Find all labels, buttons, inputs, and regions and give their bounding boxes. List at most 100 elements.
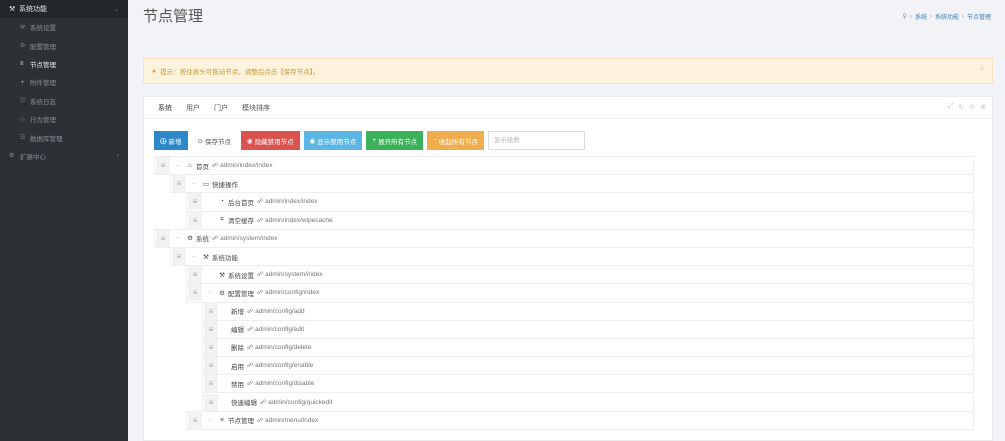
link-icon: ☍ [212,235,219,242]
breadcrumb-item-node-management[interactable]: 节点管理 [967,12,991,21]
node-tree: ≡ - ⌂ 首页 ☍ admin/index/index ≡ - ▭ 快捷操作 ≡ ◔ 后台首页 ☍ adm… [154,156,974,430]
display-level-input[interactable] [487,131,585,150]
tree-node[interactable]: ≡ 新增 ☍ admin/config/add [202,301,974,321]
node-title: 禁用 [231,381,244,389]
sidebar-item[interactable]: ☷ 系统日志 [0,92,128,110]
drag-handle-icon[interactable]: ≡ [204,302,218,320]
tab-system[interactable]: 系统 [151,97,179,119]
tree-node[interactable]: ≡ - ▭ 快捷操作 [170,174,974,194]
sidebar-item[interactable]: ◇ 行为管理 [0,110,128,128]
tree-node[interactable]: ≡ 禁用 ☍ admin/config/disable [202,374,974,394]
breadcrumb-item-system[interactable]: 系统 [915,12,927,21]
sidebar-header-system-functions[interactable]: ⚒ 系统功能 ⌄ [0,0,128,18]
shield-icon: ◇ [20,116,25,123]
sidebar-item[interactable]: ✦ 附件管理 [0,73,128,91]
node-title: 配置管理 [228,290,254,298]
node-path: admin/menu/index [265,416,319,424]
tree-node[interactable]: ≡ - ⚒ 系统功能 [170,246,974,267]
link-icon: ☍ [247,308,254,315]
node-title: 启用 [231,363,244,371]
toggle-icon[interactable]: - [189,254,198,260]
drag-handle-icon[interactable]: ≡ [156,229,170,247]
drag-handle-icon[interactable]: ≡ [188,193,202,211]
tab-user[interactable]: 用户 [179,97,207,119]
drag-handle-icon[interactable]: ≡ [204,338,218,356]
tree-node[interactable]: ≡ ◔ 后台首页 ☍ admin/index/index [186,192,974,212]
tab-module-sort[interactable]: 模块排序 [235,97,277,119]
toggle-icon[interactable]: - [205,417,214,423]
node-path: admin/config/edit [255,325,305,333]
drag-handle-icon[interactable]: ≡ [188,284,202,302]
eye-icon: ◉ [309,137,316,145]
node-card: 系统 用户 门户 模块排序 ⤢ ↻ ⊖ ⊗ ⨁ 新增 ⊙ 保存节点 ◉ 隐藏禁用… [143,96,993,441]
tree-node[interactable]: ≡ ⌗ 清空缓存 ☍ admin/index/wipecache [186,210,974,230]
sidebar-item-label: 节点管理 [30,61,56,69]
tree-node[interactable]: ≡ - ≡ 节点管理 ☍ admin/menu/index [186,410,974,430]
node-path: admin/config/quickedit [268,398,333,406]
drag-handle-icon[interactable]: ≡ [188,211,202,229]
add-button[interactable]: ⨁ 新增 [154,131,188,150]
tab-portal[interactable]: 门户 [207,97,235,119]
page-title: 节点管理 [143,8,204,25]
node-title: 首页 [196,163,209,171]
tree-node[interactable]: ≡ ⚒ 系统设置 ☍ admin/system/index [186,265,974,285]
drag-handle-icon[interactable]: ≡ [204,393,218,411]
remove-icon[interactable]: ⊗ [980,103,986,111]
plus-icon: + [372,137,377,144]
fullscreen-icon[interactable]: ⤢ [948,103,954,111]
drag-handle-icon[interactable]: ≡ [156,157,170,175]
tree-node[interactable]: ≡ - ⌂ 首页 ☍ admin/index/index [154,156,974,176]
node-title: 删除 [231,345,244,353]
toggle-icon[interactable]: - [205,290,214,296]
trash-icon: ⌗ [220,216,224,224]
plus-circle-icon: ⨁ [160,137,167,145]
tree-node[interactable]: ≡ 启用 ☍ admin/config/enable [202,356,974,376]
tree-node[interactable]: ≡ 删除 ☍ admin/config/delete [202,337,974,358]
expand-all-button[interactable]: + 展开所有节点 [366,131,424,150]
drag-handle-icon[interactable]: ≡ [188,411,202,429]
node-title: 清空缓存 [228,218,254,226]
sidebar-item[interactable]: ≡ 节点管理 [0,55,128,73]
tree-node[interactable]: ≡ - ⚙ 系统 ☍ admin/system/index [154,228,974,248]
tree-node[interactable]: ≡ - ⚙ 配置管理 ☍ admin/config/index [186,283,974,303]
node-path: admin/config/disable [255,380,315,388]
toggle-icon[interactable]: - [173,235,182,241]
tree-node[interactable]: ≡ 编辑 ☍ admin/config/edit [202,319,974,339]
toggle-icon[interactable]: - [189,181,198,187]
refresh-icon[interactable]: ↻ [958,103,964,111]
chevron-down-icon: ⌄ [113,6,119,13]
sidebar-item-label: 附件管理 [30,80,56,88]
close-icon[interactable]: × [980,66,984,73]
show-disabled-button[interactable]: ◉ 显示禁用节点 [303,131,363,150]
wrench-icon: ⚒ [9,6,16,13]
drag-handle-icon[interactable]: ≡ [172,248,186,266]
drag-handle-icon[interactable]: ≡ [204,357,218,375]
node-title: 后台首页 [228,199,254,207]
collapse-icon[interactable]: ⊖ [969,103,975,111]
file-icon: ☷ [20,98,26,105]
node-title: 快捷操作 [212,181,238,189]
minus-icon: − [433,137,437,144]
node-path: admin/config/add [255,307,305,315]
sidebar-item[interactable]: ⚒ 系统设置 [0,18,128,36]
collapse-all-button[interactable]: − 收起所有节点 [427,131,484,150]
hide-disabled-button[interactable]: ◉ 隐藏禁用节点 [240,131,300,150]
drag-handle-icon[interactable]: ≡ [172,175,186,193]
sidebar-item[interactable]: ☰ 数据库管理 [0,128,128,146]
link-icon: ☍ [260,399,267,406]
wrench-icon: ⚒ [219,271,225,279]
tree-node[interactable]: ≡ 快速编辑 ☍ admin/config/quickedit [202,392,974,412]
drag-handle-icon[interactable]: ≡ [188,266,202,284]
db-icon: ☰ [20,135,26,142]
sidebar-item-label: 系统日志 [30,98,56,106]
drag-handle-icon[interactable]: ≡ [204,375,218,393]
breadcrumb-item-system-functions[interactable]: 系统功能 [935,12,959,21]
module-tabs: 系统 用户 门户 模块排序 [144,97,992,119]
sidebar-group-extensions[interactable]: ⚙ 扩展中心 ‹ [0,147,128,165]
link-icon: ☍ [257,417,264,424]
toggle-icon[interactable]: - [173,163,182,169]
link-icon: ☍ [257,199,264,206]
drag-handle-icon[interactable]: ≡ [204,320,218,338]
save-nodes-button[interactable]: ⊙ 保存节点 [191,131,237,150]
sidebar-item[interactable]: ⚙ 配置管理 [0,36,128,54]
